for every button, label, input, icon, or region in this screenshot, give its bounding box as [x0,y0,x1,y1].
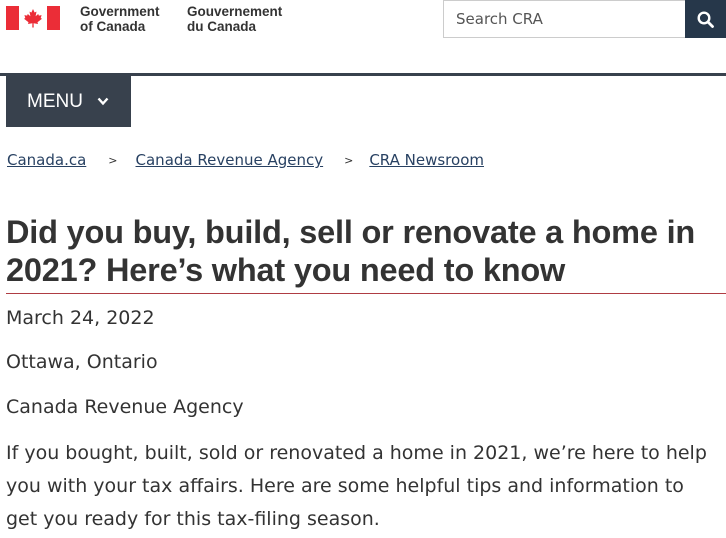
signature-fr-line2: du Canada [187,19,257,34]
signature-fr-line1: Gouvernement [187,4,283,19]
site-header: Government of Canada Gouvernement du Can… [0,0,726,76]
title-underline [6,293,726,294]
chevron-down-icon [97,97,109,106]
page-title: Did you buy, build, sell or renovate a h… [6,214,696,288]
publish-date: March 24, 2022 [6,307,155,329]
canada-flag-icon[interactable] [6,6,60,30]
breadcrumb-canada-revenue-agency[interactable]: Canada Revenue Agency [136,151,324,169]
search-bar [443,0,726,38]
menu-label: MENU [27,90,83,112]
breadcrumb-canada-ca[interactable]: Canada.ca [7,151,86,169]
breadcrumb-separator: > [344,153,354,167]
signature-en-line2: of Canada [80,19,146,34]
intro-paragraph: If you bought, built, sold or renovated … [6,442,707,530]
signature-en-line1: Government [80,4,160,19]
search-input[interactable] [443,0,685,38]
breadcrumb-separator: > [108,153,118,167]
issuing-organization: Canada Revenue Agency [6,396,244,418]
breadcrumb: Canada.ca > Canada Revenue Agency > CRA … [7,151,484,169]
menu-button[interactable]: MENU [6,76,131,127]
breadcrumb-cra-newsroom[interactable]: CRA Newsroom [369,151,484,169]
signature-english[interactable]: Government of Canada [80,4,160,34]
search-button[interactable] [685,0,726,38]
search-icon [697,10,714,28]
signature-french[interactable]: Gouvernement du Canada [187,4,282,34]
dateline-location: Ottawa, Ontario [6,351,158,373]
